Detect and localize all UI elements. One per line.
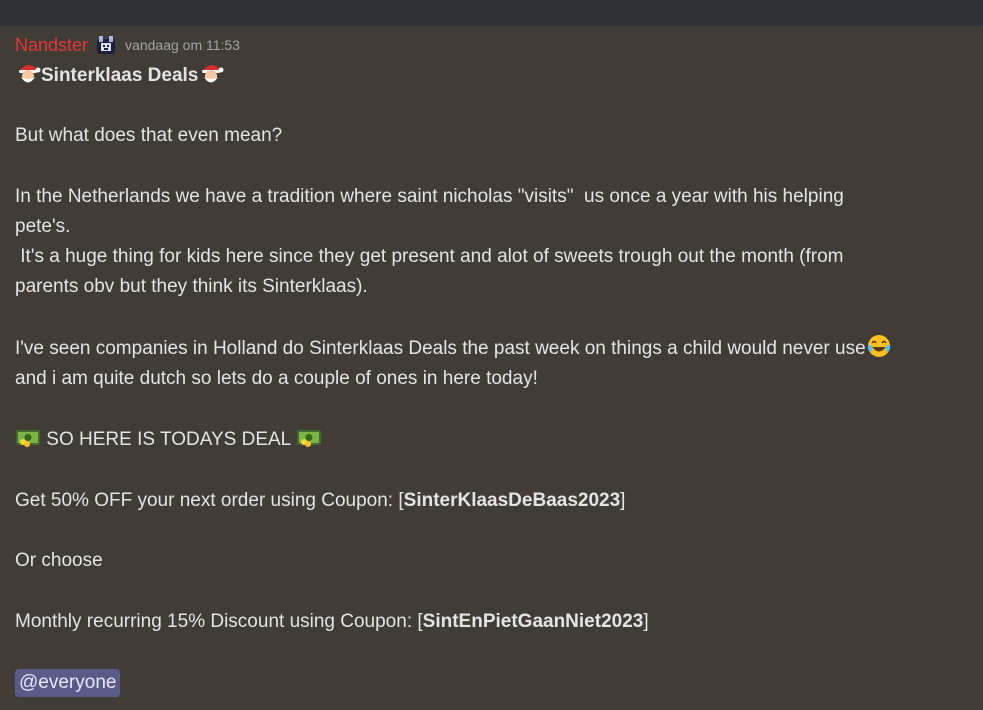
badge-icon[interactable] [94, 33, 118, 57]
tradition-line-4: parents obv but they think its Sinterkla… [15, 276, 368, 298]
message-timestamp: vandaag om 11:53 [125, 37, 240, 53]
mention-line: @everyone [15, 667, 970, 698]
coupon1-code: SinterKlaasDeBaas2023 [403, 489, 621, 511]
tradition-line-2: pete's. [15, 215, 71, 237]
laughing-crying-emoji-icon [866, 333, 892, 359]
santa-emoji-icon [198, 60, 224, 86]
question-line: But what does that even mean? [15, 125, 283, 147]
tradition-line-1: In the Netherlands we have a tradition w… [15, 185, 844, 207]
coupon1-line: Get 50% OFF your next order using Coupon… [15, 486, 970, 516]
chat-message: Nandster vandaag om 11:53 Sinterklaas De… [15, 30, 970, 698]
or-choose-line: Or choose [15, 550, 103, 572]
coupon2-prefix: Monthly recurring 15% Discount using Cou… [15, 610, 423, 632]
coupon1-suffix: ] [620, 489, 626, 511]
coupon2-suffix: ] [643, 610, 649, 632]
message-title: Sinterklaas Deals [41, 65, 199, 86]
santa-emoji-icon [15, 60, 41, 86]
money-emoji-icon [15, 424, 41, 450]
companies-line-1: I've seen companies in Holland do Sinter… [15, 333, 970, 364]
everyone-mention[interactable]: @everyone [15, 668, 121, 697]
companies-text: I've seen companies in Holland do Sinter… [15, 337, 866, 359]
coupon2-code: SintEnPietGaanNiet2023 [422, 610, 644, 632]
money-emoji-icon [296, 424, 322, 450]
channel-top-bar [0, 0, 983, 26]
deal-heading-line: SO HERE IS TODAYS DEAL [15, 424, 970, 455]
tradition-line-3: It's a huge thing for kids here since th… [15, 246, 844, 268]
message-content: Sinterklaas Deals But what does that eve… [15, 60, 970, 698]
companies-line-2: and i am quite dutch so lets do a couple… [15, 367, 538, 389]
message-header: Nandster vandaag om 11:53 [15, 30, 970, 60]
deal-heading: SO HERE IS TODAYS DEAL [41, 429, 296, 451]
title-line: Sinterklaas Deals [15, 60, 970, 91]
author-name[interactable]: Nandster [15, 34, 88, 56]
coupon2-line: Monthly recurring 15% Discount using Cou… [15, 607, 970, 637]
coupon1-prefix: Get 50% OFF your next order using Coupon… [15, 489, 404, 511]
